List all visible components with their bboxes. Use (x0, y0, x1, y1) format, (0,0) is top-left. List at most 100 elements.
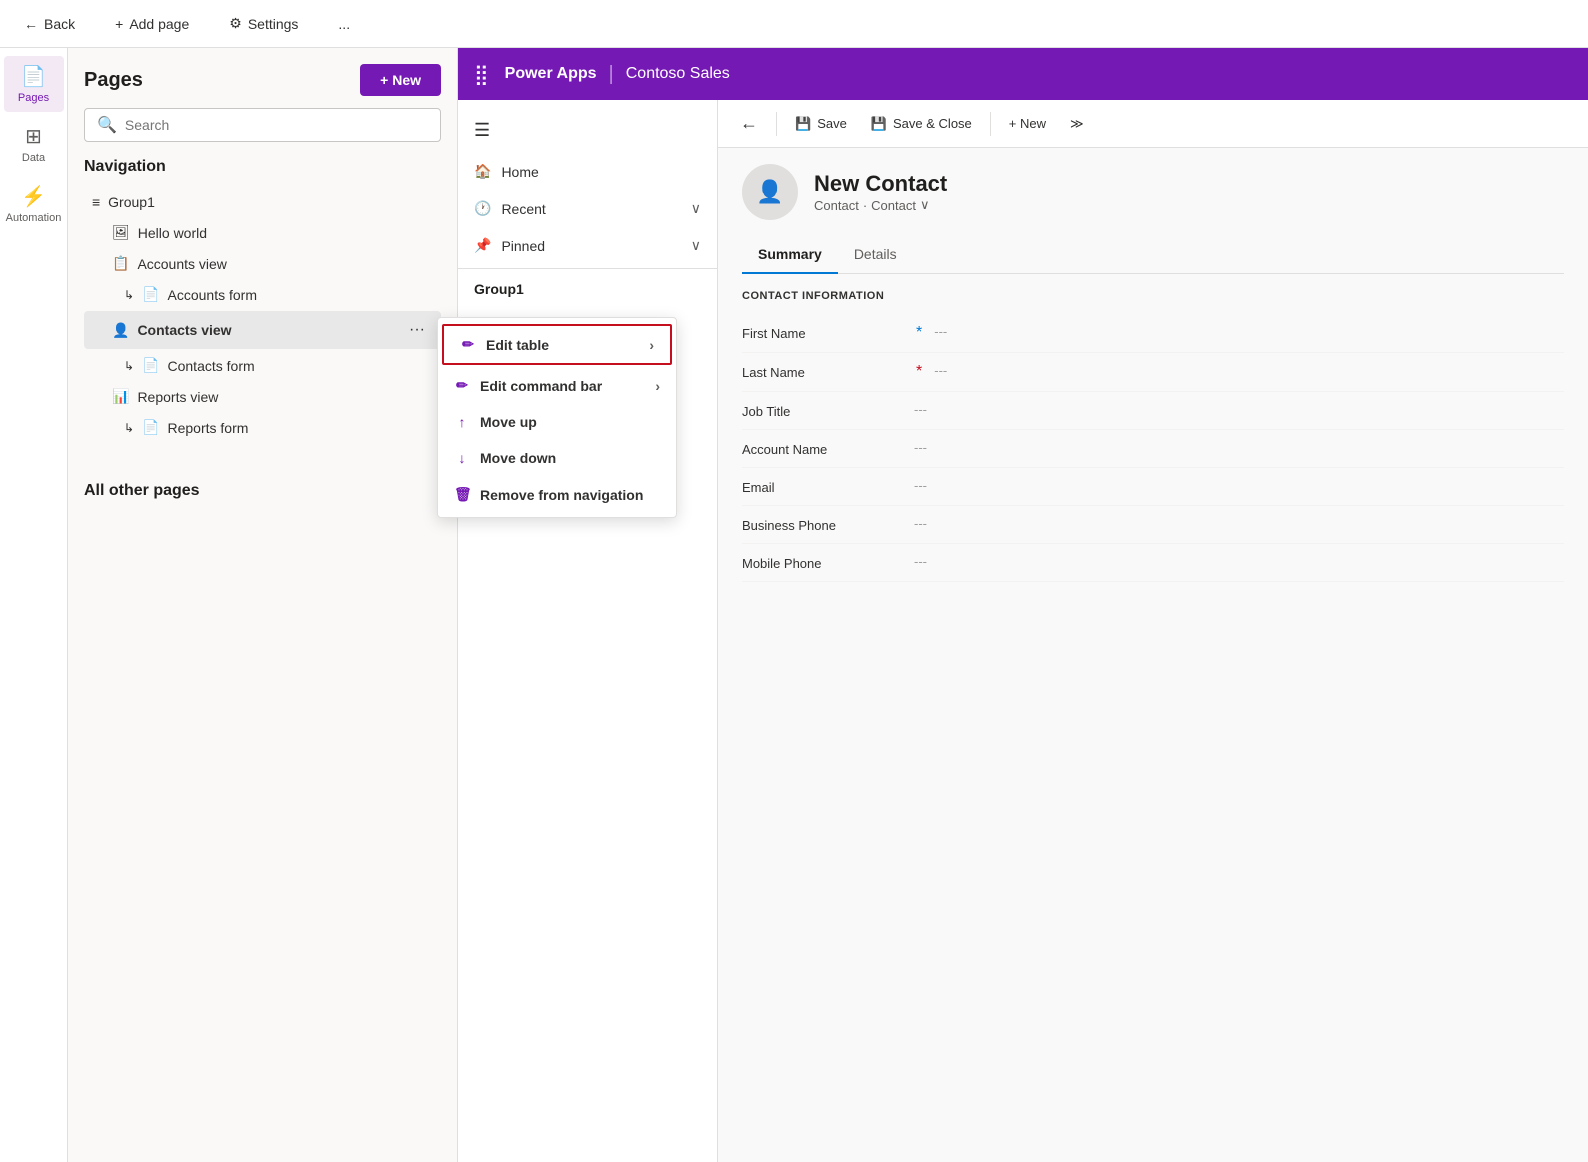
more-toolbar-icon: ≫ (1070, 116, 1084, 132)
field-job-title: Job Title --- (742, 392, 1564, 430)
nav-item-contacts-form[interactable]: ↳ 📄 Contacts form (84, 351, 441, 380)
nav-item-accounts-view[interactable]: 📋 Accounts view (84, 249, 441, 278)
app-content: ☰ 🏠 Home 🕐 Recent ∨ 📌 Pinned ∨ Group1 (458, 100, 1588, 1162)
nav-item-contacts-view[interactable]: 👤 Contacts view ··· ✏ Edit table › (84, 311, 441, 349)
grid-icon: ⣿ (474, 62, 489, 87)
search-input[interactable] (125, 117, 428, 133)
context-menu-move-down[interactable]: ↓ Move down (438, 440, 676, 476)
sidebar-item-pages[interactable]: 📄 Pages (4, 56, 64, 112)
save-icon: 💾 (795, 116, 811, 132)
back-button[interactable]: ← Back (16, 12, 83, 36)
contact-subtitle-1: Contact (814, 198, 859, 213)
search-box[interactable]: 🔍 (84, 108, 441, 142)
move-up-label: Move up (480, 414, 537, 430)
tab-details[interactable]: Details (838, 236, 913, 274)
edit-command-bar-icon: ✏ (454, 377, 470, 394)
sidebar-item-automation[interactable]: ⚡ Automation (4, 176, 64, 232)
contact-header: 👤 New Contact Contact · Contact ∨ (742, 164, 1564, 220)
three-dots-button[interactable]: ··· (401, 317, 433, 343)
pages-title: Pages (84, 69, 143, 92)
add-icon: + (115, 16, 123, 32)
nav-item-hello-world[interactable]: 🖼 Hello world (84, 218, 441, 247)
email-label: Email (742, 478, 902, 495)
settings-button[interactable]: ⚙ Settings (221, 11, 306, 36)
context-menu: ✏ Edit table › ✏ Edit command bar › ↑ (437, 317, 677, 518)
context-menu-edit-command-bar[interactable]: ✏ Edit command bar › (438, 367, 676, 404)
app-nav-recent[interactable]: 🕐 Recent ∨ (458, 190, 717, 227)
mobile-phone-value[interactable]: --- (914, 554, 1564, 569)
app-nav-group-label: Group1 (458, 273, 717, 305)
account-name-value[interactable]: --- (914, 440, 1564, 455)
contact-info: New Contact Contact · Contact ∨ (814, 171, 947, 213)
tab-summary[interactable]: Summary (742, 236, 838, 274)
new-page-button[interactable]: + New (360, 64, 441, 96)
save-button[interactable]: 💾 Save (785, 110, 857, 138)
data-label: Data (22, 152, 45, 164)
top-bar: ← Back + Add page ⚙ Settings ... (0, 0, 1588, 48)
app-header: ⣿ Power Apps | Contoso Sales (458, 48, 1588, 100)
nav-item-reports-form[interactable]: ↳ 📄 Reports form (84, 413, 441, 442)
automation-label: Automation (6, 212, 62, 224)
app-title: Power Apps (505, 65, 597, 83)
avatar-icon: 👤 (756, 179, 783, 205)
app-nav-pinned[interactable]: 📌 Pinned ∨ (458, 227, 717, 264)
home-icon: 🏠 (474, 163, 491, 180)
hamburger-button[interactable]: ☰ (458, 108, 717, 153)
accounts-view-icon: 📋 (112, 255, 129, 272)
form-back-button[interactable]: ← (730, 107, 768, 140)
remove-nav-icon: 🗑 (454, 486, 470, 503)
contact-title: New Contact (814, 171, 947, 197)
last-name-value[interactable]: --- (934, 363, 1564, 378)
form-toolbar: ← 💾 Save 💾 Save & Close + New (718, 100, 1588, 148)
accounts-form-page-icon: 📄 (142, 286, 159, 303)
add-page-label: Add page (129, 16, 189, 32)
contact-dropdown-icon[interactable]: ∨ (920, 197, 930, 213)
edit-table-icon: ✏ (460, 336, 476, 353)
group-icon: ≡ (92, 194, 100, 210)
edit-table-submenu-icon: › (649, 337, 654, 353)
contact-avatar: 👤 (742, 164, 798, 220)
accounts-form-icon: ↳ (124, 288, 134, 302)
contacts-form-page-icon: 📄 (142, 357, 159, 374)
email-value[interactable]: --- (914, 478, 1564, 493)
group1-label: Group1 (108, 194, 155, 210)
context-menu-remove-nav[interactable]: 🗑 Remove from navigation (438, 476, 676, 513)
home-label: Home (501, 164, 538, 180)
add-page-button[interactable]: + Add page (107, 12, 197, 36)
automation-icon: ⚡ (21, 184, 46, 209)
sidebar-item-data[interactable]: ⊞ Data (4, 116, 64, 172)
data-icon: ⊞ (25, 124, 42, 149)
nav-item-group1[interactable]: ≡ Group1 (84, 188, 441, 216)
mobile-phone-label: Mobile Phone (742, 554, 902, 571)
first-name-label: First Name (742, 324, 902, 341)
reports-view-label: Reports view (137, 389, 218, 405)
pages-label: Pages (18, 92, 49, 104)
navigation-section-title: Navigation (84, 158, 441, 176)
app-subtitle: Contoso Sales (626, 65, 730, 83)
app-nav-home[interactable]: 🏠 Home (458, 153, 717, 190)
field-business-phone: Business Phone --- (742, 506, 1564, 544)
reports-view-icon: 📊 (112, 388, 129, 405)
last-name-label: Last Name (742, 363, 902, 380)
context-menu-edit-table[interactable]: ✏ Edit table › (442, 324, 672, 365)
pages-icon: 📄 (21, 64, 46, 89)
last-name-required: * (916, 363, 922, 381)
more-toolbar-button[interactable]: ≫ (1060, 110, 1094, 138)
reports-form-icon: ↳ (124, 421, 134, 435)
context-menu-move-up[interactable]: ↑ Move up (438, 404, 676, 440)
more-button[interactable]: ... (330, 12, 358, 36)
reports-form-page-icon: 📄 (142, 419, 159, 436)
pinned-label: Pinned (501, 238, 545, 254)
recent-label: Recent (501, 201, 545, 217)
first-name-value[interactable]: --- (934, 324, 1564, 339)
job-title-value[interactable]: --- (914, 402, 1564, 417)
nav-item-reports-view[interactable]: 📊 Reports view (84, 382, 441, 411)
settings-label: Settings (248, 16, 299, 32)
business-phone-value[interactable]: --- (914, 516, 1564, 531)
new-record-label: + New (1009, 116, 1046, 131)
three-dots-container: ··· ✏ Edit table › ✏ Edit command bar › (401, 317, 433, 343)
nav-item-accounts-form[interactable]: ↳ 📄 Accounts form (84, 280, 441, 309)
tab-summary-label: Summary (758, 246, 822, 262)
new-record-button[interactable]: + New (999, 110, 1056, 137)
save-close-button[interactable]: 💾 Save & Close (861, 110, 982, 138)
